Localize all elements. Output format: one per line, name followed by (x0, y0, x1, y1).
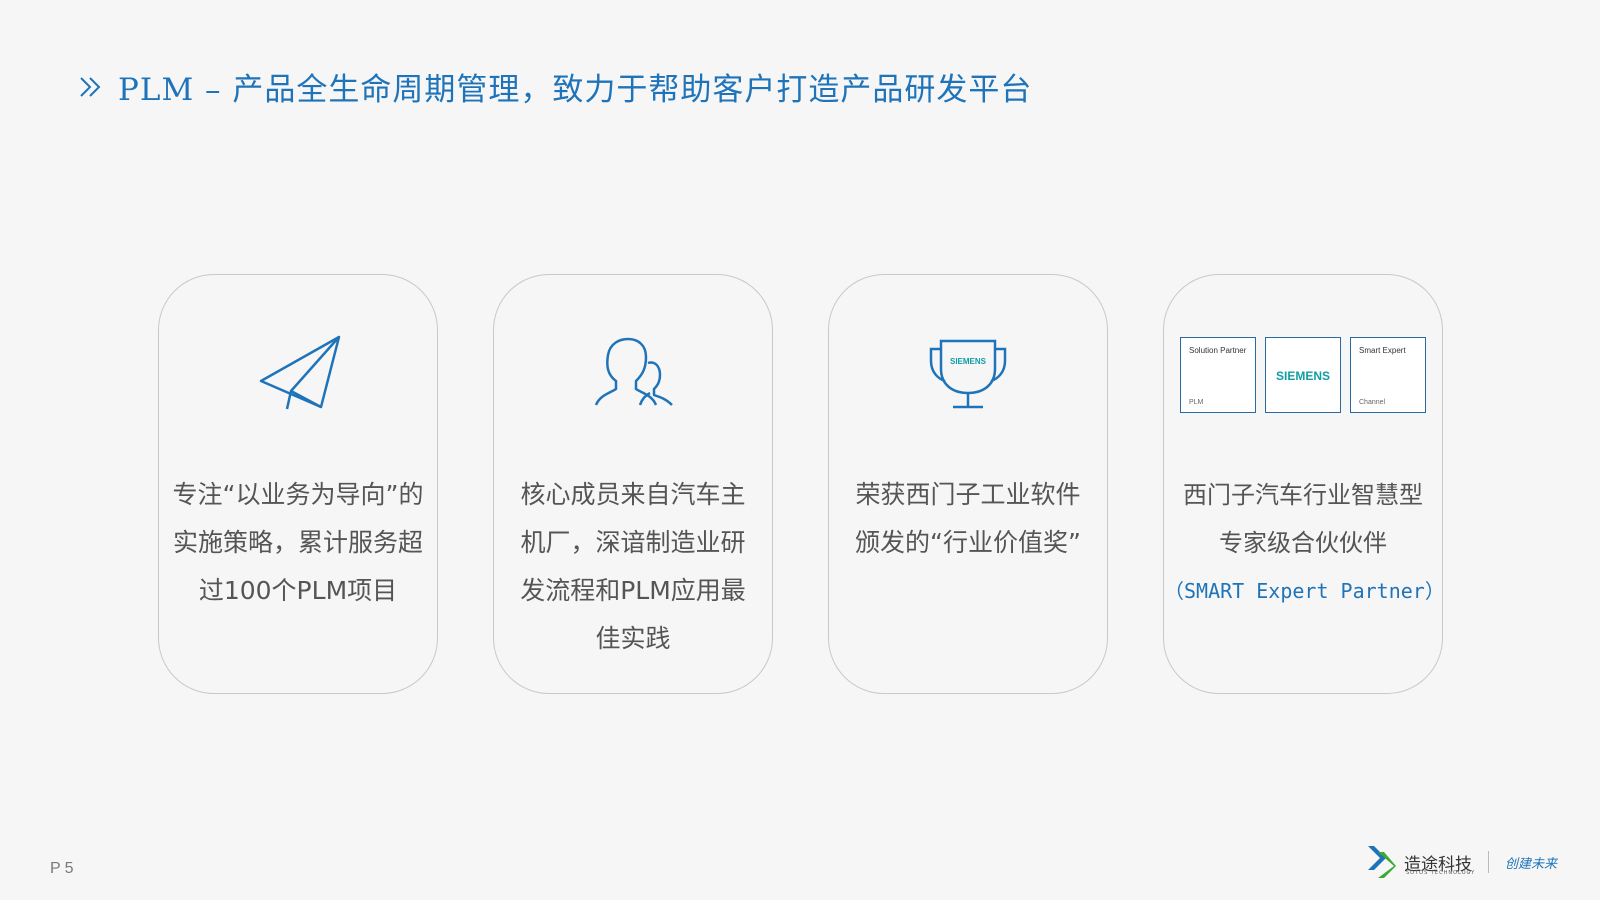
card-line: 佳实践 (595, 624, 671, 653)
siemens-logo-badge: SIEMENS (1265, 337, 1341, 413)
card-line: 实施策略，累计服务超 (172, 528, 423, 557)
badge-bottom-text: PLM (1189, 399, 1204, 406)
sotos-logo-icon (1368, 846, 1396, 878)
divider (1488, 851, 1489, 873)
badge-top-text: Smart Expert (1359, 346, 1406, 355)
card-line: 专注“以业务为导向”的 (172, 480, 424, 509)
page-title-text: PLM – 产品全生命周期管理，致力于帮助客户打造产品研发平台 (118, 72, 1033, 108)
paper-plane-icon (259, 335, 341, 410)
badge-logo-text: SIEMENS (1275, 369, 1330, 383)
partner-badges: Solution Partner PLM SIEMENS Smart Exper… (1180, 337, 1426, 413)
card-line: 机厂，深谙制造业研 (520, 528, 746, 557)
page-title: PLM – 产品全生命周期管理，致力于帮助客户打造产品研发平台 (78, 64, 1032, 109)
company-slogan: 创建未来 (1505, 856, 1558, 872)
card-line: 专家级合伙伙伴 (1219, 529, 1387, 557)
users-icon (594, 337, 673, 406)
trophy-label: SIEMENS (950, 357, 987, 366)
trophy-icon: SIEMENS (929, 339, 1007, 409)
smart-expert-badge: Smart Expert Channel (1350, 337, 1426, 413)
card-description: 专注“以业务为导向”的 实施策略，累计服务超 过100个PLM项目 (159, 471, 437, 615)
card-line: 过100个PLM项目 (198, 576, 398, 605)
card-line: 核心成员来自汽车主 (520, 480, 746, 509)
card-line-english: （SMART Expert Partner） (1164, 579, 1445, 603)
solution-partner-badge: Solution Partner PLM (1180, 337, 1256, 413)
card-line: 荣获西门子工业软件 (855, 480, 1081, 509)
feature-card-award: SIEMENS 荣获西门子工业软件 颁发的“行业价值奖” (828, 274, 1108, 694)
card-line: 西门子汽车行业智慧型 (1183, 481, 1423, 509)
double-chevron-right-icon (80, 76, 101, 97)
card-line: 颁发的“行业价值奖” (855, 528, 1081, 557)
page-number: P5 (50, 860, 78, 877)
company-logo: 造途科技 SOTOS TECHNOLOGY 创建未来 (1366, 844, 1557, 880)
card-description: 核心成员来自汽车主 机厂，深谙制造业研 发流程和PLM应用最 佳实践 (494, 471, 772, 663)
feature-card-experience: 专注“以业务为导向”的 实施策略，累计服务超 过100个PLM项目 (158, 274, 438, 694)
feature-card-team: 核心成员来自汽车主 机厂，深谙制造业研 发流程和PLM应用最 佳实践 (493, 274, 773, 694)
card-line: 发流程和PLM应用最 (520, 576, 746, 605)
card-description: 西门子汽车行业智慧型 专家级合伙伙伴 （SMART Expert Partner… (1164, 471, 1445, 615)
badge-bottom-text: Channel (1359, 399, 1386, 406)
feature-card-partner: Solution Partner PLM SIEMENS Smart Exper… (1163, 274, 1445, 694)
card-description: 荣获西门子工业软件 颁发的“行业价值奖” (829, 471, 1107, 567)
badge-top-text: Solution Partner (1189, 346, 1247, 355)
company-name-en: SOTOS TECHNOLOGY (1406, 870, 1476, 876)
